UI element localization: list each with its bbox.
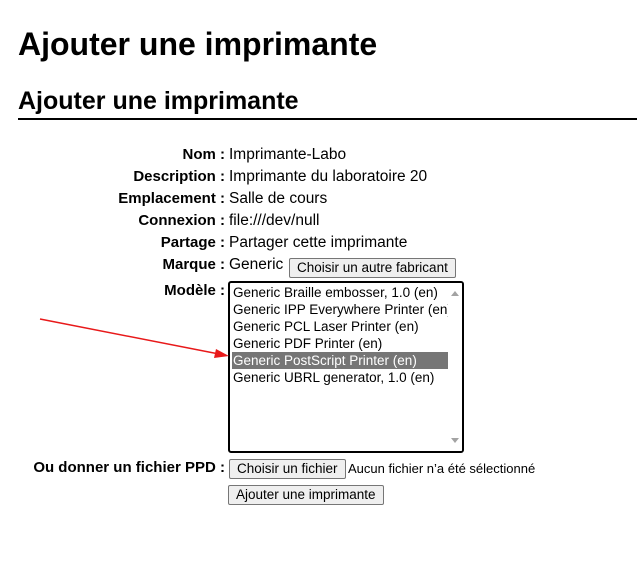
- add-printer-button[interactable]: Ajouter une imprimante: [228, 485, 384, 505]
- sharing-row: Partage : Partager cette imprimante: [0, 232, 637, 254]
- model-option[interactable]: Generic PDF Printer (en): [232, 335, 450, 352]
- description-row: Description : Imprimante du laboratoire …: [0, 166, 637, 188]
- choose-file-button[interactable]: Choisir un fichier: [229, 459, 346, 479]
- connection-label: Connexion :: [138, 212, 225, 229]
- connection-value: file:///dev/null: [229, 212, 320, 229]
- section-title: Ajouter une imprimante: [18, 84, 637, 120]
- file-status-text: Aucun fichier n’a été sélectionné: [348, 461, 536, 476]
- listbox-scrollbar[interactable]: [448, 283, 462, 451]
- choose-manufacturer-button[interactable]: Choisir un autre fabricant: [289, 258, 456, 278]
- name-value: Imprimante-Labo: [229, 146, 347, 163]
- sharing-value: Partager cette imprimante: [229, 234, 408, 251]
- name-label: Nom :: [182, 146, 226, 163]
- location-row: Emplacement : Salle de cours: [0, 188, 637, 210]
- location-label: Emplacement :: [118, 190, 225, 207]
- model-option[interactable]: Generic Braille embosser, 1.0 (en): [232, 284, 450, 301]
- make-value: Generic: [229, 256, 284, 273]
- page-title: Ajouter une imprimante: [18, 26, 378, 62]
- location-value: Salle de cours: [229, 190, 328, 207]
- description-value: Imprimante du laboratoire 20: [229, 168, 428, 185]
- connection-row: Connexion : file:///dev/null: [0, 210, 637, 232]
- make-label: Marque :: [162, 256, 225, 273]
- model-option[interactable]: Generic UBRL generator, 1.0 (en): [232, 369, 450, 386]
- model-option-selected[interactable]: Generic PostScript Printer (en): [232, 352, 450, 369]
- model-option[interactable]: Generic IPP Everywhere Printer (en): [232, 301, 452, 318]
- name-row: Nom : Imprimante-Labo: [0, 144, 637, 166]
- model-option[interactable]: Generic PCL Laser Printer (en): [232, 318, 450, 335]
- model-label: Modèle :: [164, 282, 225, 299]
- scroll-down-arrow-icon[interactable]: [451, 438, 459, 443]
- scroll-up-arrow-icon[interactable]: [451, 291, 459, 296]
- sharing-label: Partage :: [160, 234, 225, 251]
- description-label: Description :: [133, 168, 225, 185]
- ppd-label: Ou donner un fichier PPD :: [33, 459, 225, 476]
- model-listbox[interactable]: Generic Braille embosser, 1.0 (en) Gener…: [228, 281, 464, 453]
